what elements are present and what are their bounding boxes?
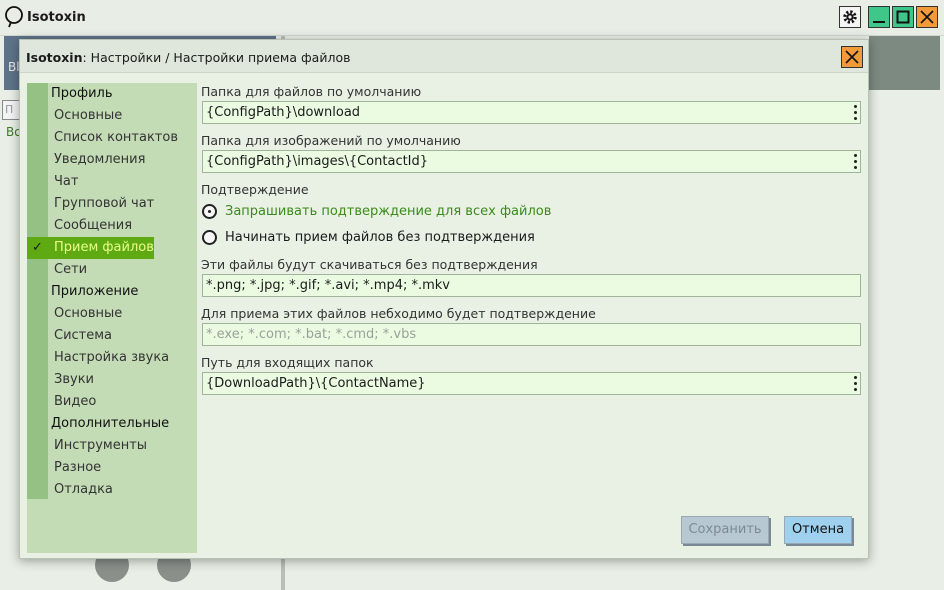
- nav-label: Настройка звука: [54, 350, 170, 365]
- nav-item-chat[interactable]: Чат: [27, 171, 197, 193]
- confirmation-label: Подтверждение: [201, 182, 309, 197]
- nav-label: Звуки: [54, 372, 94, 387]
- main-titlebar: Isotoxin: [0, 0, 944, 36]
- close-icon: [845, 50, 859, 64]
- gear-icon: [843, 10, 857, 24]
- nav-item-video[interactable]: Видео: [27, 391, 197, 413]
- nav-label: Приложение: [51, 284, 139, 299]
- nav-label: Чат: [54, 174, 79, 189]
- nav-label: Система: [54, 328, 113, 343]
- nav-group-profile[interactable]: Профиль: [27, 83, 197, 105]
- nav-label: Видео: [54, 394, 97, 409]
- nav-item-app-general[interactable]: Основные: [27, 303, 197, 325]
- radio-unselected-icon[interactable]: [202, 229, 217, 245]
- nav-label: Групповой чат: [54, 196, 155, 211]
- default-folder-label: Папка для файлов по умолчанию: [201, 84, 422, 99]
- dialog-title-path: : Настройки / Настройки приема файлов: [82, 50, 351, 65]
- background-header-text: Bl: [8, 60, 20, 74]
- radio-ask-all[interactable]: Запрашивать подтверждение для всех файло…: [202, 202, 551, 220]
- checkmark-icon: ✓: [32, 240, 43, 255]
- radio-ask-all-label: Запрашивать подтверждение для всех файло…: [225, 203, 552, 219]
- dialog-titlebar: Isotoxin: Настройки / Настройки приема ф…: [20, 40, 868, 73]
- radio-no-confirm-label: Начинать прием файлов без подтверждения: [225, 229, 535, 245]
- nav-item-networks[interactable]: Сети: [27, 259, 197, 281]
- nav-item-misc[interactable]: Разное: [27, 457, 197, 479]
- nav-item-contact-list[interactable]: Список контактов: [27, 127, 197, 149]
- nav-label: Отладка: [54, 482, 113, 497]
- default-folder-value: {ConfigPath}\download: [206, 105, 361, 120]
- images-folder-field[interactable]: {ConfigPath}\images\{ContactId}: [202, 150, 861, 173]
- background-header-strip-right: [869, 36, 940, 90]
- nav-item-sound-setup[interactable]: Настройка звука: [27, 347, 197, 369]
- confirm-files-label: Для приема этих файлов небходимо будет п…: [201, 306, 596, 321]
- nav-label: Список контактов: [54, 130, 178, 145]
- images-folder-value: {ConfigPath}\images\{ContactId}: [206, 154, 429, 169]
- incoming-path-field[interactable]: {DownloadPath}\{ContactName}: [202, 372, 861, 395]
- close-button[interactable]: [916, 6, 938, 28]
- nav-group-application[interactable]: Приложение: [27, 281, 197, 303]
- kebab-menu-icon[interactable]: [853, 105, 857, 120]
- images-folder-label: Папка для изображений по умолчанию: [201, 133, 461, 148]
- dialog-title: Isotoxin: Настройки / Настройки приема ф…: [26, 50, 350, 65]
- maximize-icon: [896, 10, 910, 24]
- close-icon: [920, 10, 934, 24]
- dialog-close-button[interactable]: [841, 46, 863, 68]
- nav-label: Прием файлов: [54, 240, 154, 255]
- nav-item-system[interactable]: Система: [27, 325, 197, 347]
- nav-label: Инструменты: [54, 438, 148, 453]
- nav-item-tools[interactable]: Инструменты: [27, 435, 197, 457]
- kebab-menu-icon[interactable]: [853, 376, 857, 391]
- nav-label: Разное: [54, 460, 102, 475]
- auto-files-value: *.png; *.jpg; *.gif; *.avi; *.mp4; *.mkv: [206, 278, 450, 293]
- nav-label: Сообщения: [54, 218, 133, 233]
- nav-label: Основные: [54, 306, 123, 321]
- incoming-path-value: {DownloadPath}\{ContactName}: [206, 376, 426, 391]
- radio-selected-icon[interactable]: [202, 203, 217, 219]
- minimize-icon: [873, 21, 885, 23]
- nav-label: Сети: [54, 262, 88, 277]
- dialog-title-app: Isotoxin: [26, 50, 83, 65]
- maximize-button[interactable]: [892, 6, 914, 28]
- settings-button[interactable]: [839, 6, 861, 28]
- nav-label: Уведомления: [54, 152, 146, 167]
- nav-item-sounds[interactable]: Звуки: [27, 369, 197, 391]
- app-logo-icon: [5, 6, 23, 28]
- nav-item-profile-general[interactable]: Основные: [27, 105, 197, 127]
- incoming-path-label: Путь для входящих папок: [201, 355, 374, 370]
- nav-item-messages[interactable]: Сообщения: [27, 215, 197, 237]
- auto-files-label: Эти файлы будут скачиваться без подтверж…: [201, 257, 538, 272]
- save-button[interactable]: Сохранить: [681, 516, 769, 544]
- settings-sidebar: Профиль Основные Список контактов Уведом…: [27, 83, 197, 553]
- nav-label: Дополнительные: [51, 416, 170, 431]
- kebab-menu-icon[interactable]: [853, 154, 857, 169]
- nav-group-advanced[interactable]: Дополнительные: [27, 413, 197, 435]
- cancel-button[interactable]: Отмена: [784, 516, 852, 544]
- settings-dialog: Isotoxin: Настройки / Настройки приема ф…: [19, 39, 869, 559]
- nav-item-group-chat[interactable]: Групповой чат: [27, 193, 197, 215]
- nav-item-file-receive[interactable]: ✓ Прием файлов: [27, 237, 197, 259]
- nav-item-debug[interactable]: Отладка: [27, 479, 197, 501]
- nav-label: Профиль: [51, 86, 113, 101]
- auto-files-input[interactable]: *.png; *.jpg; *.gif; *.avi; *.mp4; *.mkv: [202, 274, 861, 297]
- minimize-button[interactable]: [868, 6, 890, 28]
- app-title: Isotoxin: [27, 10, 86, 25]
- radio-no-confirm[interactable]: Начинать прием файлов без подтверждения: [202, 228, 535, 246]
- default-folder-field[interactable]: {ConfigPath}\download: [202, 101, 861, 124]
- confirm-files-placeholder: *.exe; *.com; *.bat; *.cmd; *.vbs: [206, 327, 417, 342]
- confirm-files-input[interactable]: *.exe; *.com; *.bat; *.cmd; *.vbs: [202, 323, 861, 346]
- nav-item-notifications[interactable]: Уведомления: [27, 149, 197, 171]
- nav-label: Основные: [54, 108, 123, 123]
